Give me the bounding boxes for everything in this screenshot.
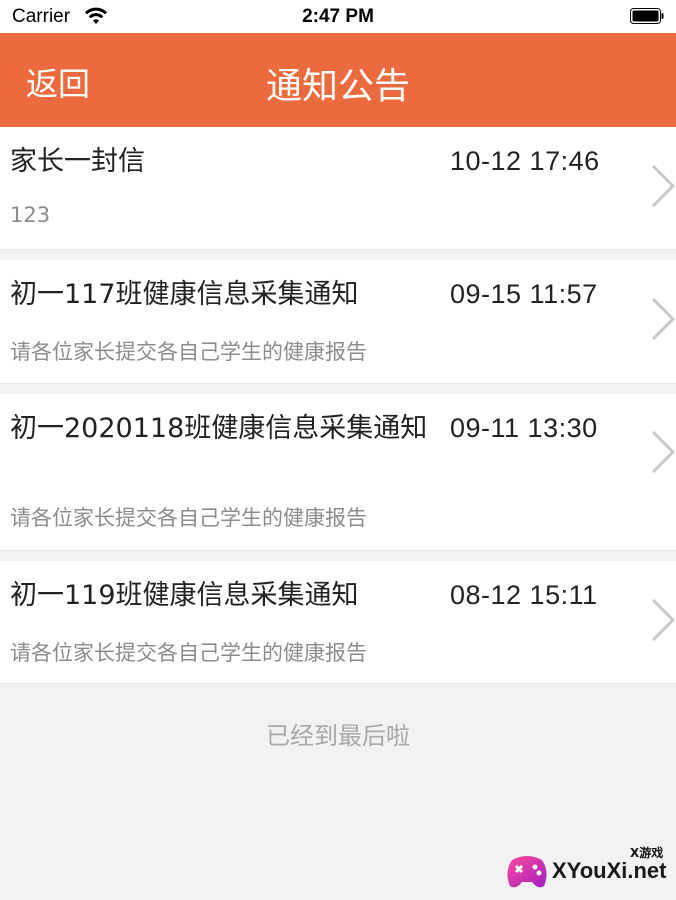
notice-time: 09-15 11:57 xyxy=(450,279,598,309)
notice-title: 初一117班健康信息采集通知 xyxy=(10,279,359,310)
notice-item[interactable]: 初一2020118班健康信息采集通知 09-11 13:30 请各位家长提交各自… xyxy=(0,394,676,551)
chevron-right-icon xyxy=(651,164,676,208)
notice-time: 09-11 13:30 xyxy=(450,413,598,443)
notice-title: 初一119班健康信息采集通知 xyxy=(10,580,359,611)
notice-item[interactable]: 初一119班健康信息采集通知 08-12 15:11 请各位家长提交各自己学生的… xyxy=(0,561,676,684)
battery-icon xyxy=(630,8,664,24)
notice-desc: 请各位家长提交各自己学生的健康报告 xyxy=(10,340,367,364)
watermark-logo: X游戏 XYouXi.net xyxy=(498,838,676,900)
notice-desc: 请各位家长提交各自己学生的健康报告 xyxy=(10,641,367,665)
notice-list: 家长一封信 10-12 17:46 123 初一117班健康信息采集通知 09-… xyxy=(0,127,676,684)
status-time: 2:47 PM xyxy=(302,6,374,27)
notice-title: 初一2020118班健康信息采集通知 xyxy=(10,413,428,444)
notice-screen: Carrier 2:47 PM 返回 通知公告 家长一封信 10-12 17:4… xyxy=(0,0,676,900)
notice-title: 家长一封信 xyxy=(10,146,145,177)
chevron-right-icon xyxy=(651,430,676,474)
gamepad-logo-icon xyxy=(507,856,547,888)
notice-time: 08-12 15:11 xyxy=(450,580,598,610)
watermark-text: XYouXi.net xyxy=(552,858,667,883)
notice-item[interactable]: 初一117班健康信息采集通知 09-15 11:57 请各位家长提交各自己学生的… xyxy=(0,260,676,384)
status-bar: Carrier 2:47 PM xyxy=(0,0,676,33)
notice-time: 10-12 17:46 xyxy=(450,146,600,176)
page-title: 通知公告 xyxy=(265,66,410,107)
notice-item[interactable]: 家长一封信 10-12 17:46 123 xyxy=(0,127,676,250)
notice-desc: 123 xyxy=(10,203,51,227)
nav-bar: 返回 通知公告 xyxy=(0,33,676,127)
chevron-right-icon xyxy=(651,598,676,642)
chevron-right-icon xyxy=(651,297,676,341)
notice-desc: 请各位家长提交各自己学生的健康报告 xyxy=(10,506,367,530)
end-of-list-text: 已经到最后啦 xyxy=(266,722,410,750)
